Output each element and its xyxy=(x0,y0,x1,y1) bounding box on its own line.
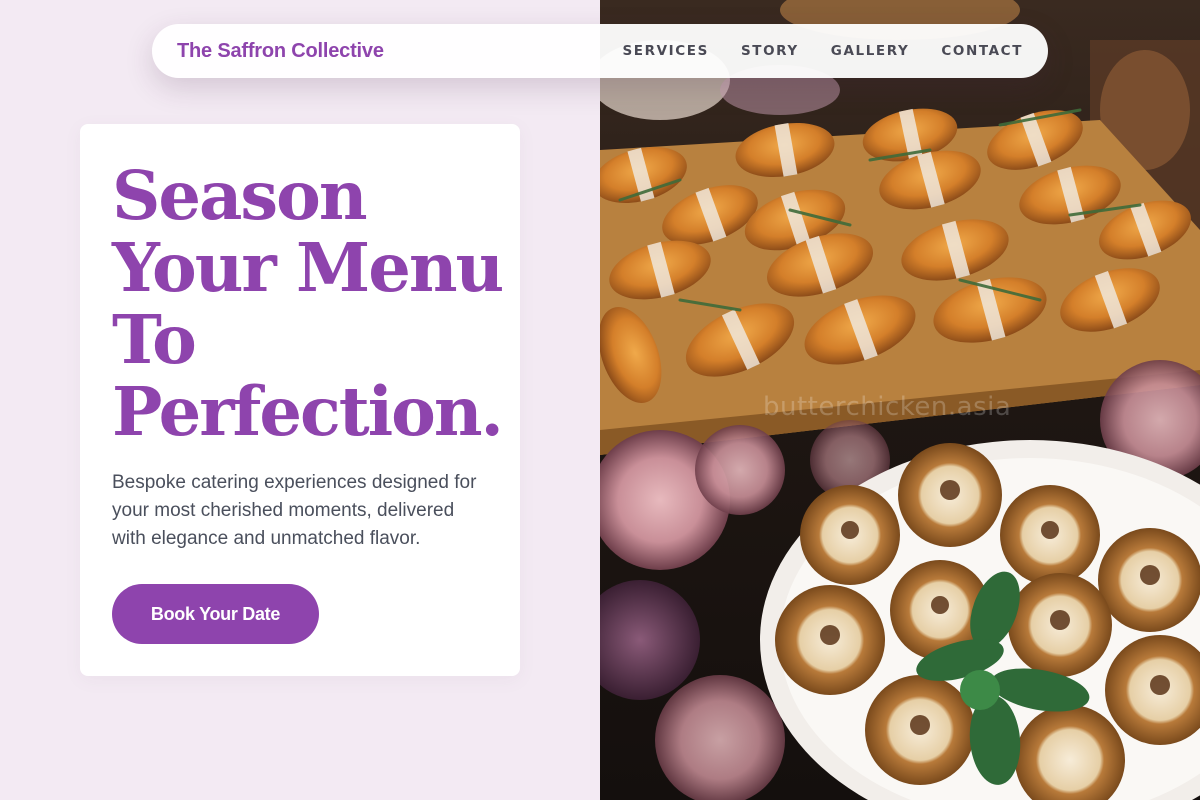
headline-line-3: To xyxy=(112,300,197,379)
hero-headline: Season Your Menu To Perfection. xyxy=(112,160,512,448)
book-date-button[interactable]: Book Your Date xyxy=(112,584,319,644)
nav-link-story[interactable]: STORY xyxy=(741,43,799,59)
hero-subtitle: Bespoke catering experiences designed fo… xyxy=(112,472,477,549)
navbar: The Saffron Collective SERVICES STORY GA… xyxy=(152,24,1048,78)
nav-link-services[interactable]: SERVICES xyxy=(622,43,708,59)
nav-link-gallery[interactable]: GALLERY xyxy=(831,43,910,59)
headline-line-4: Perfection. xyxy=(112,372,504,451)
catering-spread-image xyxy=(600,0,1200,800)
headline-line-2: Your Menu xyxy=(112,228,504,307)
hero-photo xyxy=(600,0,1200,800)
nav-link-contact[interactable]: CONTACT xyxy=(941,43,1023,59)
brand-logo[interactable]: The Saffron Collective xyxy=(177,40,384,63)
headline-line-1: Season xyxy=(112,156,368,235)
nav-links: SERVICES STORY GALLERY CONTACT xyxy=(622,43,1023,59)
